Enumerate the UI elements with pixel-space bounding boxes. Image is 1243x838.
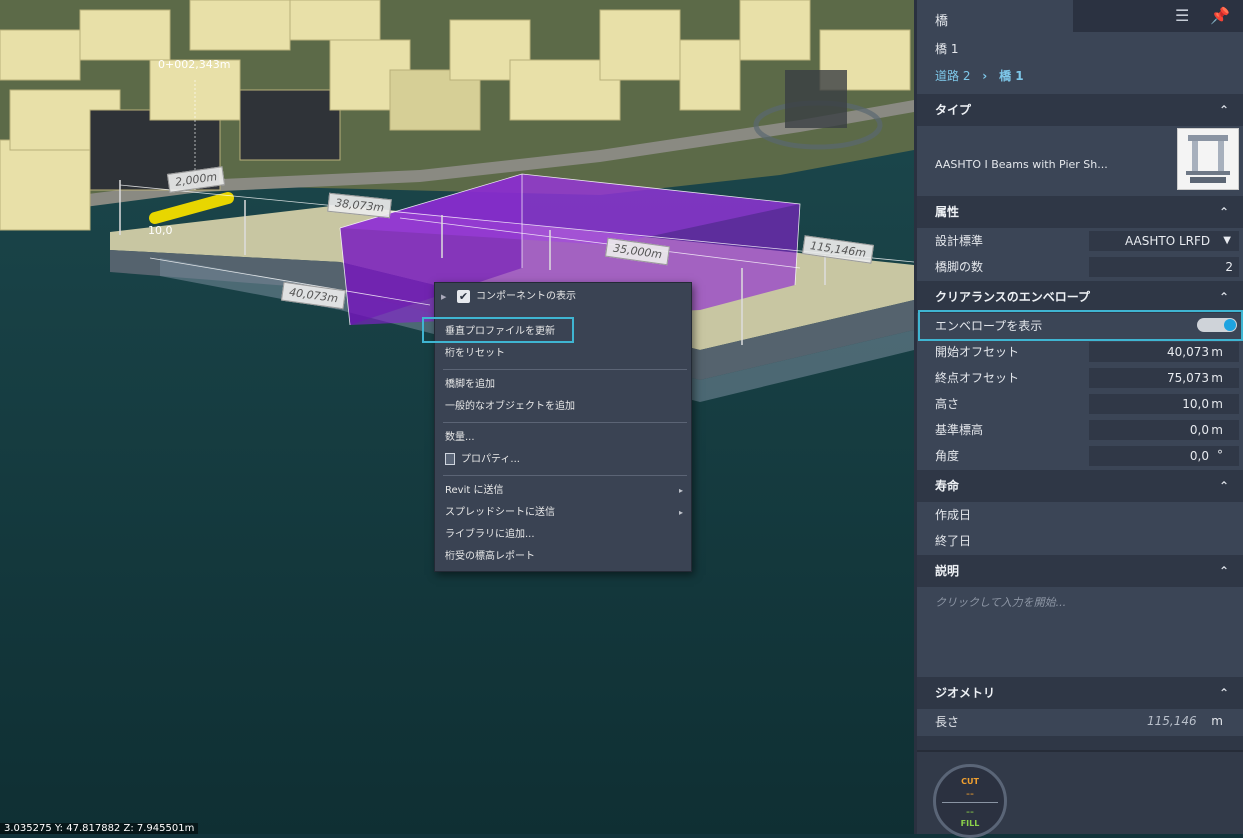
menu-item-bearing-elevation-report[interactable]: 桁受の標高レポート [445,547,685,567]
unit-label: m [1211,397,1223,411]
section-properties-header[interactable]: 属性 ⌃ [917,196,1243,228]
menu-item-properties[interactable]: プロパティ... [445,450,685,470]
cut-fill-footer: CUT -- -- FILL [917,750,1243,838]
breadcrumb: 道路 2 › 橋 1 [917,63,1243,89]
section-title: 寿命 [935,479,960,493]
menu-icon[interactable]: ☰ [1175,6,1189,25]
menu-item-update-vertical-profile[interactable]: 垂直プロファイルを更新 [445,322,685,342]
menu-item-label: 垂直プロファイルを更新 [445,326,555,337]
section-title: タイプ [935,103,972,117]
pin-icon[interactable]: 📌 [1210,6,1230,25]
menu-item-add-pier[interactable]: 橋脚を追加 [445,375,685,395]
menu-item-quantities[interactable]: 数量... [445,428,685,448]
chevron-up-icon[interactable]: ⌃ [1219,677,1229,709]
menu-item-label: 桁をリセット [445,348,505,359]
dimension-top-offset: 0+002,343m [158,58,231,71]
menu-item-send-to-spreadsheet[interactable]: スプレッドシートに送信 ▸ [445,503,685,523]
section-title: 属性 [935,205,960,219]
menu-item-label: 数量... [445,432,475,443]
fill-value: -- [966,805,974,818]
breadcrumb-parent[interactable]: 道路 2 [935,69,970,83]
chevron-up-icon[interactable]: ⌃ [1219,281,1229,313]
menu-item-add-to-library[interactable]: ライブラリに追加... [445,525,685,545]
chevron-up-icon[interactable]: ⌃ [1219,94,1229,126]
show-envelope-label: エンベロープを表示 [935,319,1043,333]
section-title: ジオメトリ [935,686,996,700]
menu-item-send-to-revit[interactable]: Revit に送信 ▸ [445,481,685,501]
checkbox-checked-icon[interactable]: ✔ [457,289,470,303]
section-clearance-header[interactable]: クリアランスのエンベロープ ⌃ [917,281,1243,313]
context-menu: ▶ ✔ コンポーネントの表示 垂直プロファイルを更新 桁をリセット 橋脚を追加 一… [434,282,692,572]
menu-separator [443,369,687,370]
coordinate-readout: 3.035275 Y: 47.817882 Z: 7.945501m [0,823,199,834]
properties-panel: 橋 ☰ 📌 橋 1 道路 2 › 橋 1 タイプ ⌃ AASHTO I Beam… [914,0,1243,838]
chevron-up-icon[interactable]: ⌃ [1219,470,1229,502]
menu-separator [443,475,687,476]
section-description-header[interactable]: 説明 ⌃ [917,555,1243,587]
menu-item-label: コンポーネントの表示 [476,291,576,302]
menu-item-reset-girders[interactable]: 桁をリセット [445,344,685,364]
end-date-label[interactable]: 終了日 [917,528,1243,554]
section-lifetime-header[interactable]: 寿命 ⌃ [917,470,1243,502]
unit-label: m [1211,371,1223,385]
section-title: クリアランスのエンベロープ [935,290,1091,304]
design-code-value: AASHTO LRFD [1125,234,1211,248]
created-date-label[interactable]: 作成日 [917,502,1243,528]
degree-unit-label: ° [1217,448,1223,462]
chevron-down-icon: ▼ [1223,235,1231,246]
menu-item-label: 一般的なオブジェクトを追加 [445,401,575,412]
cut-fill-gauge[interactable]: CUT -- -- FILL [933,764,1007,838]
section-type-header[interactable]: タイプ ⌃ [917,94,1243,126]
chevron-up-icon[interactable]: ⌃ [1219,555,1229,587]
menu-item-label: ライブラリに追加... [445,529,535,540]
next-section-header-partial [917,736,1243,750]
unit-label: m [1211,423,1223,437]
menu-item-label: プロパティ... [461,454,520,465]
object-name: 橋 1 [935,42,959,56]
show-envelope-toggle[interactable] [1197,318,1237,332]
submenu-arrow-icon: ▸ [678,486,683,495]
section-title: 説明 [935,564,960,578]
section-geometry-header[interactable]: ジオメトリ ⌃ [917,677,1243,709]
unit-label: m [1211,345,1223,359]
bridge-pier-icon [1186,135,1230,183]
chevron-up-icon[interactable]: ⌃ [1219,196,1229,228]
cut-label: CUT [961,777,979,786]
3d-viewport[interactable]: 0+002,343m 2,000m 38,073m 35,000m 115,14… [0,0,914,834]
menu-item-show-components[interactable]: ▶ ✔ コンポーネントの表示 [441,287,685,307]
length-value: 115,146 [1147,714,1197,728]
submenu-arrow-icon: ▸ [678,508,683,517]
menu-separator [443,422,687,423]
dimension-height: 10,0 [148,224,173,237]
bridge-type-thumbnail[interactable] [1177,128,1239,190]
panel-tabbar: 橋 ☰ 📌 [917,0,1243,32]
toggle-knob [1224,319,1236,331]
menu-item-label: 桁受の標高レポート [445,551,535,562]
breadcrumb-separator-icon: › [982,69,988,83]
unit-label: m [1211,714,1223,728]
expand-arrow-icon: ▶ [441,293,447,301]
menu-item-label: スプレッドシートに送信 [445,507,555,518]
design-code-select[interactable]: AASHTO LRFD ▼ [1089,231,1239,251]
breadcrumb-current: 橋 1 [999,69,1024,83]
properties-icon [445,453,455,465]
description-input[interactable]: クリックして入力を開始... [917,590,1243,676]
menu-item-add-generic-object[interactable]: 一般的なオブジェクトを追加 [445,397,685,417]
tab-bridge[interactable]: 橋 [917,0,1073,32]
menu-item-label: Revit に送信 [445,485,504,496]
gauge-divider [942,802,998,803]
pier-count-input[interactable]: 2 [1089,257,1239,277]
cut-value: -- [966,787,974,800]
fill-label: FILL [960,819,980,828]
menu-item-label: 橋脚を追加 [445,379,495,390]
